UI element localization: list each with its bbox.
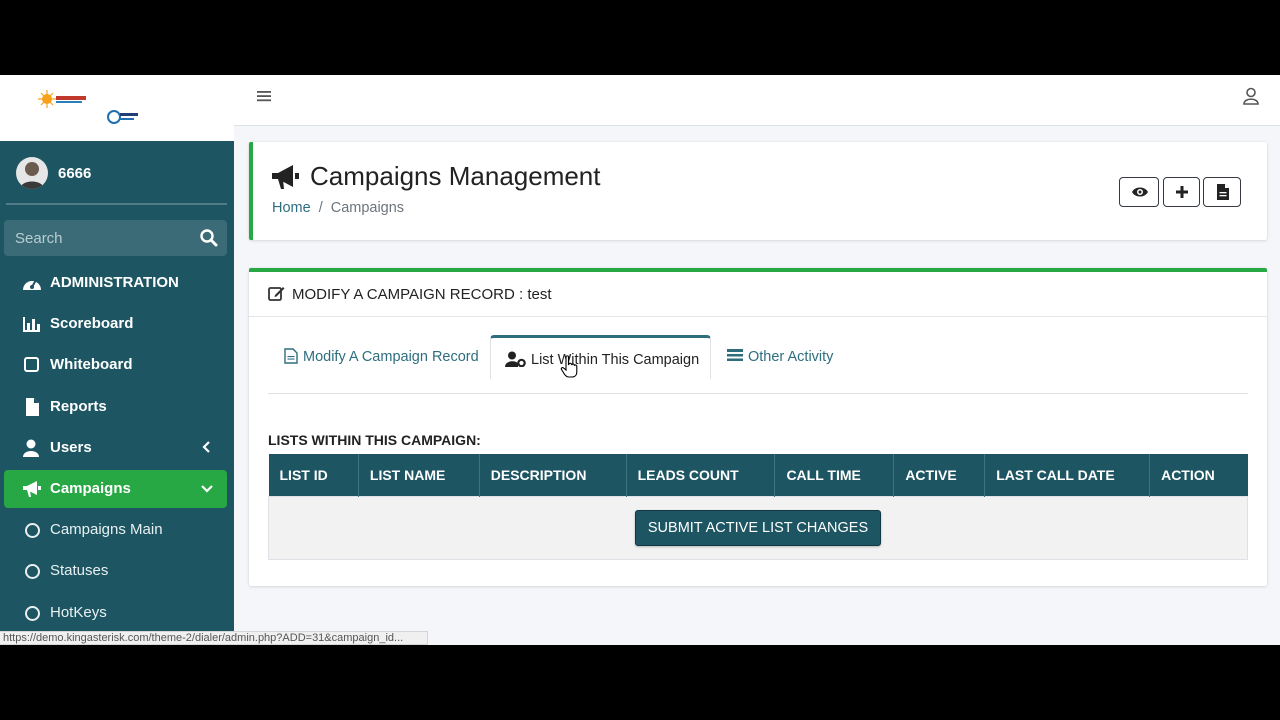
chevron-down-icon — [201, 485, 213, 493]
sidebar-item-hotkeys[interactable]: HotKeys — [4, 594, 227, 632]
sidebar-item-scoreboard[interactable]: Scoreboard — [4, 305, 227, 343]
circle-icon — [25, 606, 40, 621]
sidebar-item-statuses[interactable]: Statuses — [4, 552, 227, 590]
breadcrumb-current: Campaigns — [330, 200, 405, 216]
campaign-modify-card: MODIFY A CAMPAIGN RECORD : test Modify A… — [249, 268, 1267, 586]
table-row: SUBMIT ACTIVE LIST CHANGES — [268, 495, 1248, 560]
search-input[interactable] — [4, 220, 189, 256]
app-screen: 6666 ADMINISTRATION Scoreboard Whiteboar… — [0, 75, 1280, 645]
add-button[interactable] — [1163, 177, 1200, 207]
submit-active-list-changes-button[interactable]: SUBMIT ACTIVE LIST CHANGES — [634, 509, 882, 546]
tab-divider — [268, 393, 1248, 394]
sidebar-item-campaigns-main[interactable]: Campaigns Main — [4, 511, 227, 549]
user-panel[interactable]: 6666 — [0, 141, 234, 203]
submit-cell: SUBMIT ACTIVE LIST CHANGES — [268, 495, 1248, 560]
sidebar-item-label: Statuses — [50, 562, 109, 579]
column-header[interactable]: ACTION — [1149, 454, 1248, 496]
breadcrumb-home-link[interactable]: Home — [272, 200, 311, 216]
view-button[interactable] — [1119, 177, 1159, 207]
bullhorn-icon — [272, 165, 299, 189]
file-text-icon — [284, 348, 298, 364]
page-header: Campaigns Management Home / Campaigns — [249, 142, 1267, 240]
column-header[interactable]: LIST ID — [268, 454, 359, 496]
user-name: 6666 — [58, 165, 92, 182]
sidebar-item-campaigns[interactable]: Campaigns — [4, 470, 227, 508]
tachometer-icon — [23, 279, 41, 290]
tab-other-activity[interactable]: Other Activity — [722, 336, 847, 378]
column-header[interactable]: LIST NAME — [358, 454, 480, 496]
sidebar-item-label: Scoreboard — [50, 315, 134, 332]
file-icon — [1217, 184, 1229, 200]
plus-icon — [1176, 186, 1188, 198]
card-title: MODIFY A CAMPAIGN RECORD : test — [292, 286, 552, 303]
column-header[interactable]: CALL TIME — [774, 454, 895, 496]
top-navbar — [234, 75, 1280, 126]
users-cog-icon — [505, 351, 526, 367]
sidebar-item-label: Whiteboard — [50, 356, 133, 373]
document-button[interactable] — [1203, 177, 1241, 207]
card-header: MODIFY A CAMPAIGN RECORD : test — [249, 272, 1267, 317]
breadcrumb-separator: / — [318, 200, 323, 216]
file-icon — [26, 398, 39, 416]
lists-section-title: LISTS WITHIN THIS CAMPAIGN: — [268, 432, 481, 448]
chevron-left-icon — [202, 441, 210, 453]
column-header[interactable]: LEADS COUNT — [626, 454, 776, 496]
sidebar-item-label: Reports — [50, 398, 107, 415]
sidebar-item-reports[interactable]: Reports — [4, 388, 227, 426]
sidebar: 6666 ADMINISTRATION Scoreboard Whiteboar… — [0, 75, 234, 645]
circle-icon — [25, 564, 40, 579]
brand-area[interactable] — [0, 75, 234, 141]
user-icon — [23, 439, 39, 457]
sidebar-item-label: ADMINISTRATION — [50, 274, 179, 291]
sidebar-item-label: Campaigns Main — [50, 521, 163, 538]
avatar — [16, 157, 48, 189]
sidebar-item-label: Users — [50, 439, 92, 456]
lists-table: LIST ID LIST NAME DESCRIPTION LEADS COUN… — [268, 454, 1248, 560]
column-header[interactable]: ACTIVE — [893, 454, 986, 496]
bar-chart-icon — [23, 317, 40, 332]
circle-icon — [25, 523, 40, 538]
sidebar-item-label: HotKeys — [50, 604, 107, 621]
eye-icon — [1132, 187, 1148, 197]
edit-icon — [268, 287, 285, 301]
divider — [6, 203, 227, 205]
sidebar-item-whiteboard[interactable]: Whiteboard — [4, 346, 227, 384]
tab-label: Other Activity — [748, 349, 834, 365]
tab-label: Modify A Campaign Record — [303, 349, 479, 365]
sidebar-search — [4, 220, 227, 256]
user-account-icon[interactable] — [1242, 87, 1260, 105]
sidebar-item-administration[interactable]: ADMINISTRATION — [4, 264, 227, 302]
sidebar-item-users[interactable]: Users — [4, 429, 227, 467]
page-title: Campaigns Management — [310, 161, 601, 191]
square-icon — [24, 357, 39, 372]
browser-status-url: https://demo.kingasterisk.com/theme-2/di… — [0, 631, 428, 645]
breadcrumb: Home / Campaigns — [272, 200, 404, 216]
list-icon — [727, 349, 743, 361]
table-header-row: LIST ID LIST NAME DESCRIPTION LEADS COUN… — [268, 454, 1248, 496]
tab-label: List Within This Campaign — [531, 352, 700, 368]
search-icon[interactable] — [199, 228, 219, 248]
column-header[interactable]: DESCRIPTION — [479, 454, 627, 496]
hamburger-menu-icon[interactable] — [256, 88, 272, 104]
kingasterisk-dialer-logo — [38, 90, 138, 124]
bullhorn-icon — [23, 481, 41, 497]
column-header[interactable]: LAST CALL DATE — [984, 454, 1151, 496]
tab-list-within-campaign[interactable]: List Within This Campaign — [490, 335, 711, 379]
tab-modify-campaign-record[interactable]: Modify A Campaign Record — [279, 336, 479, 378]
sidebar-item-label: Campaigns — [50, 480, 131, 497]
